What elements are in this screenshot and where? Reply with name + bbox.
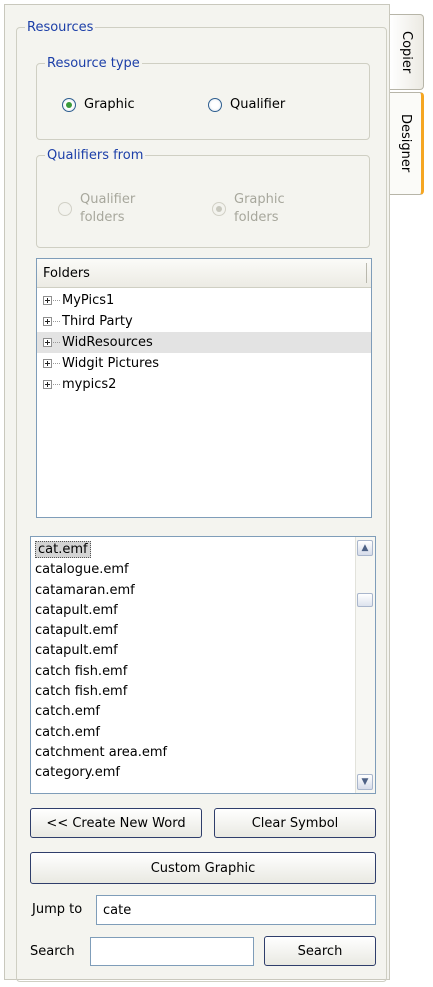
tree-item-label: mypics2 [62, 377, 117, 392]
list-item-label: catapult.emf [35, 602, 118, 618]
tree-item-mypics1[interactable]: MyPics1 [37, 290, 371, 311]
resource-type-legend: Resource type [47, 56, 140, 71]
list-item-label: catamaran.emf [35, 582, 135, 598]
list-item-label: catapult.emf [35, 643, 118, 659]
graphic-folders-radio-circle [212, 202, 226, 216]
list-item-label: cat.emf [35, 541, 91, 558]
graphic-radio[interactable]: Graphic [62, 97, 135, 112]
tab-designer-label: Designer [398, 114, 413, 173]
clear-symbol-button[interactable]: Clear Symbol [214, 808, 376, 838]
qualifier-folders-radio-circle [58, 202, 72, 216]
list-item[interactable]: catapult.emf [31, 621, 375, 641]
tree-item-label: MyPics1 [62, 293, 115, 308]
list-item[interactable]: catch.emf [31, 723, 375, 743]
create-new-word-button[interactable]: << Create New Word [30, 808, 202, 838]
jump-to-input[interactable] [96, 895, 376, 925]
search-label: Search [30, 944, 75, 959]
list-item[interactable]: catapult.emf [31, 601, 375, 621]
jump-to-label: Jump to [32, 902, 83, 917]
list-item[interactable]: cat.emf [31, 540, 375, 560]
list-item[interactable]: catch fish.emf [31, 682, 375, 702]
graphic-radio-circle[interactable] [62, 97, 76, 112]
list-item-label: category.emf [35, 765, 120, 781]
graphic-radio-label: Graphic [84, 97, 135, 112]
list-item-label: catch.emf [35, 724, 100, 740]
tab-designer[interactable]: Designer [390, 92, 424, 195]
tree-item-third-party[interactable]: Third Party [37, 311, 371, 332]
expand-icon[interactable] [43, 380, 52, 389]
list-item[interactable]: catchment area.emf [31, 743, 375, 763]
list-item-label: catch fish.emf [35, 663, 128, 679]
graphic-folders-line1: Graphic [234, 192, 285, 207]
tree-item-label: Third Party [62, 314, 133, 329]
qualifier-folders-radio: Qualifier folders [58, 191, 135, 227]
qualifier-folders-line1: Qualifier [80, 192, 136, 207]
resources-legend: Resources [27, 20, 94, 35]
tab-copier[interactable]: Copier [390, 14, 424, 90]
list-item[interactable]: category.emf [31, 763, 375, 783]
expand-icon[interactable] [43, 338, 52, 347]
tree-item-mypics2[interactable]: mypics2 [37, 374, 371, 395]
folders-header-label: Folders [43, 265, 90, 281]
scroll-thumb[interactable] [357, 593, 373, 607]
tree-item-label: Widgit Pictures [62, 356, 160, 371]
qualifier-radio-label: Qualifier [230, 97, 286, 112]
scroll-down-icon[interactable]: ▼ [357, 774, 373, 790]
list-item[interactable]: catch fish.emf [31, 662, 375, 682]
list-item-label: catchment area.emf [35, 744, 168, 760]
search-input[interactable] [90, 937, 254, 966]
list-item[interactable]: catch.emf [31, 702, 375, 722]
tree-item-label: WidResources [62, 335, 153, 350]
folders-tree[interactable]: Folders MyPics1 Third Party WidResources… [36, 258, 372, 518]
list-item-label: catapult.emf [35, 623, 118, 639]
list-item[interactable]: catamaran.emf [31, 581, 375, 601]
tab-copier-label: Copier [399, 30, 414, 74]
list-item-label: catch fish.emf [35, 684, 128, 700]
expand-icon[interactable] [43, 296, 52, 305]
qualifier-folders-label: Qualifier folders [80, 191, 135, 227]
expand-icon[interactable] [43, 317, 52, 326]
list-item-label: catch.emf [35, 704, 100, 720]
tree-item-widgit-pictures[interactable]: Widgit Pictures [37, 353, 371, 374]
folders-header[interactable]: Folders [37, 259, 371, 288]
custom-graphic-button[interactable]: Custom Graphic [30, 852, 376, 884]
scroll-up-icon[interactable]: ▲ [357, 540, 373, 556]
file-list-scrollbar[interactable]: ▲ ▼ [355, 537, 375, 793]
qualifier-folders-line2: folders [80, 210, 125, 225]
graphic-folders-label: Graphic folders [234, 191, 285, 227]
list-item-label: catalogue.emf [35, 562, 129, 578]
qualifier-radio[interactable]: Qualifier [208, 97, 285, 112]
list-item[interactable]: catapult.emf [31, 641, 375, 661]
graphic-folders-radio: Graphic folders [212, 191, 285, 227]
search-button[interactable]: Search [264, 936, 376, 966]
expand-icon[interactable] [43, 359, 52, 368]
list-item[interactable]: catalogue.emf [31, 560, 375, 580]
graphic-folders-line2: folders [234, 210, 279, 225]
qualifiers-from-legend: Qualifiers from [47, 148, 144, 163]
qualifier-radio-circle[interactable] [208, 97, 222, 112]
file-list[interactable]: cat.emf catalogue.emf catamaran.emf cata… [30, 536, 376, 794]
tree-item-widresources[interactable]: WidResources [37, 332, 371, 353]
